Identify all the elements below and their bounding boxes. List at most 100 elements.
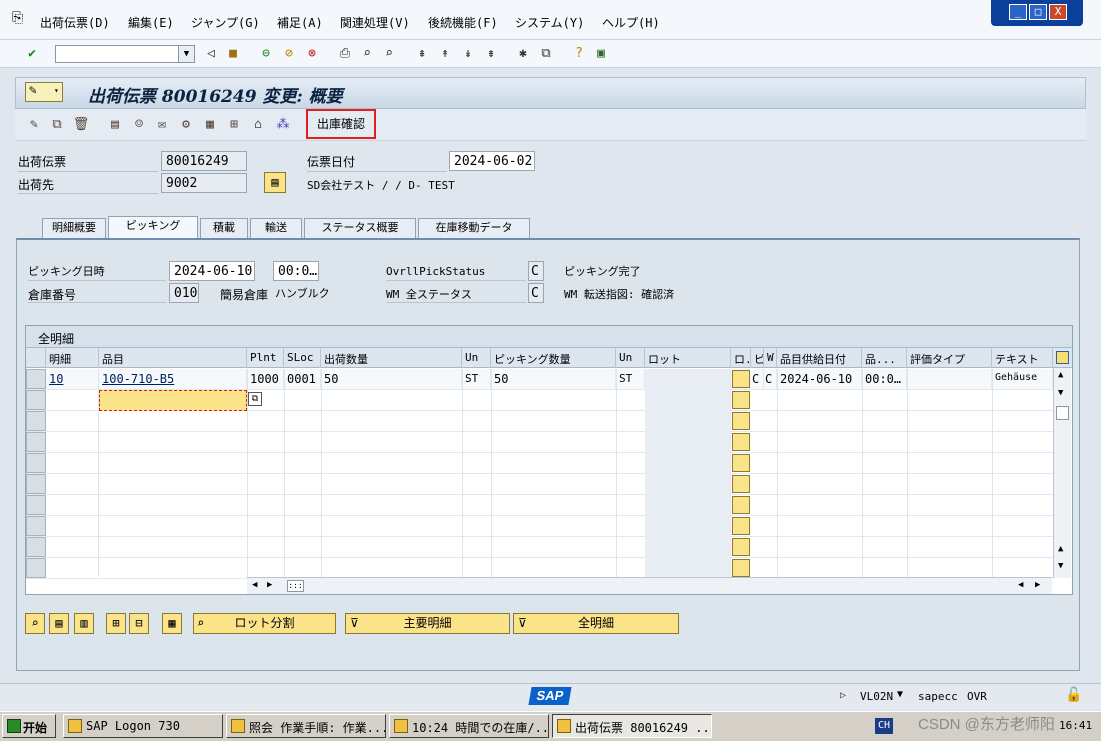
menu-edit[interactable]: 編集(E) [128,14,174,31]
table-row[interactable] [26,516,1053,537]
batch-split-button[interactable] [732,559,750,577]
cell-valuation-type[interactable] [907,369,992,390]
row-selector[interactable] [26,558,46,578]
close-button[interactable]: X [1049,4,1067,20]
output-icon[interactable]: ✉ [153,116,171,134]
insert-row-icon[interactable]: ⊞ [106,613,126,634]
tab-transport[interactable]: 輸送 [250,218,302,238]
menu-system[interactable]: システム(Y) [515,14,584,31]
table-row[interactable] [26,453,1053,474]
scroll-left-icon[interactable]: ◀ [1018,580,1023,590]
batch-split-button[interactable] [732,433,750,451]
batch-split-button[interactable]: ⌕ ロット分割 [193,613,336,634]
row-selector[interactable] [26,369,46,389]
command-field[interactable]: ▼ [55,45,195,63]
col-text[interactable]: テキスト [992,348,1053,368]
batch-split-button[interactable] [732,391,750,409]
batch-split-button[interactable] [732,517,750,535]
col-avail-date[interactable]: 品目供給日付 [777,348,862,368]
start-button[interactable]: 开始 [2,714,56,738]
row-selector[interactable] [26,537,46,557]
scroll-down-icon[interactable]: ▼ [1058,561,1063,571]
print-icon[interactable]: ⎙ [336,45,354,63]
batch-split-button[interactable] [732,370,750,388]
delete-icon[interactable]: 🗑 [72,116,90,134]
partner-icon[interactable]: ☺ [130,116,148,134]
task-routing[interactable]: 照会 作業手順: 作業... [226,714,386,738]
tab-picking[interactable]: ピッキング [108,216,198,238]
edit-icon[interactable]: ✎ [25,116,43,134]
picking-icon[interactable]: ⊞ [225,116,243,134]
pick-date-field[interactable]: 2024-06-10 [169,261,255,281]
pack-icon[interactable]: ⚙ [177,116,195,134]
col-material[interactable]: 品目 [99,348,247,368]
col-time[interactable]: 品... [862,348,907,368]
col-picked-qty[interactable]: ピッキング数量 [491,348,616,368]
chevron-down-icon[interactable]: ▼ [178,46,194,62]
box-icon[interactable]: ▦ [201,116,219,134]
batch-split-button[interactable] [732,496,750,514]
f4-help-icon[interactable]: ⧉ [248,392,262,406]
first-page-icon[interactable]: ⇞ [413,45,431,63]
menu-help[interactable]: ヘルプ(H) [602,14,660,31]
col-sloc[interactable]: SLoc [284,348,321,368]
cell-avail-date[interactable]: 2024-06-10 [777,369,862,390]
col-batch-flag[interactable]: ロ. [731,348,751,368]
table-settings-icon[interactable] [1053,348,1072,368]
select-all-header[interactable] [26,348,46,368]
row-selector[interactable] [26,411,46,431]
history-back-icon[interactable]: ◁ [202,45,220,63]
create-icon[interactable]: ⧉ [48,116,66,134]
warehouse-icon[interactable]: ⌂ [249,116,267,134]
save-icon[interactable]: ■ [224,45,242,63]
cell-picked-qty[interactable]: 50 [491,369,616,390]
pick-time-field[interactable]: 00:0… [273,261,319,281]
scroll-down-icon[interactable]: ▼ [1058,388,1063,398]
delete-row-icon[interactable]: ⊟ [129,613,149,634]
tab-goods-movement[interactable]: 在庫移動データ [418,218,530,238]
menu-icon[interactable]: ⎘ [12,10,23,26]
col-unit-2[interactable]: Un [616,348,645,368]
layout-icon[interactable]: ▣ [592,45,610,63]
tab-status-overview[interactable]: ステータス概要 [304,218,416,238]
table-row[interactable]: 10 100-710-B5 1000 0001 50 ST 50 ST C C … [26,369,1053,390]
cell-material[interactable]: 100-710-B5 [99,369,247,390]
cell-plant[interactable]: 1000 [247,369,284,390]
col-unit[interactable]: Un [462,348,491,368]
material-input[interactable] [99,390,247,411]
status-expand-icon[interactable]: ▷ [840,690,846,701]
cell-delivery-qty[interactable]: 50 [321,369,462,390]
row-selector[interactable] [26,390,46,410]
col-valuation-type[interactable]: 評価タイプ [907,348,992,368]
row-selector[interactable] [26,453,46,473]
batch-split-button[interactable] [732,538,750,556]
menu-environment[interactable]: 関連処理(V) [340,14,410,31]
table-row[interactable] [26,495,1053,516]
menu-delivery[interactable]: 出荷伝票(D) [40,14,110,31]
scroll-left-icon[interactable]: ◀ [252,580,257,590]
post-goods-issue-button[interactable]: 出庫確認 [306,109,376,139]
tab-loading[interactable]: 積載 [200,218,248,238]
help-icon[interactable]: ? [570,45,588,63]
batch-icon[interactable]: ⁂ [274,116,292,134]
details-icon[interactable]: ⌕ [25,613,45,634]
table-row[interactable] [26,558,1053,579]
scroll-right-icon[interactable]: ▶ [267,580,272,590]
table-row[interactable] [26,432,1053,453]
col-delivery-qty[interactable]: 出荷数量 [321,348,462,368]
scroll-thumb[interactable] [1056,406,1069,420]
find-next-icon[interactable]: ⌕ [380,45,398,63]
row-selector[interactable] [26,432,46,452]
sort-icon[interactable]: ▦ [162,613,182,634]
next-page-icon[interactable]: ↡ [459,45,477,63]
menu-subsequent[interactable]: 後続機能(F) [428,14,498,31]
cell-sloc[interactable]: 0001 [284,369,321,390]
select-all-icon[interactable]: ▤ [49,613,69,634]
table-row[interactable] [26,537,1053,558]
exit-icon[interactable]: ⊘ [280,45,298,63]
address-icon[interactable]: ▤ [264,172,286,193]
chevron-down-icon[interactable]: ▼ [897,689,903,700]
language-indicator[interactable]: CH [875,718,893,734]
col-wm-status[interactable]: W. [764,348,777,368]
task-delivery[interactable]: 出荷伝票 80016249 ... [552,714,712,738]
